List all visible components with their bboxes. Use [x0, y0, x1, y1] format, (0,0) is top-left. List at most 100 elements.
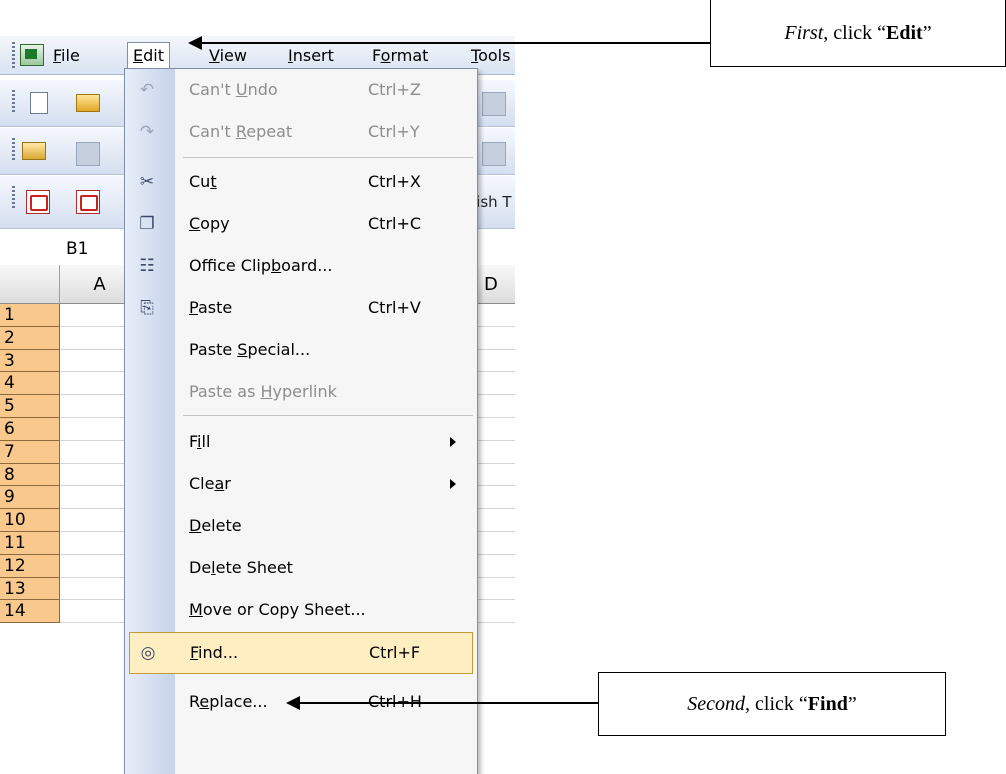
- menu-label-part: R: [189, 692, 200, 711]
- menu-item-label: Can't Undo: [189, 80, 278, 99]
- row-header[interactable]: 2: [0, 326, 60, 350]
- menu-label-part: P: [189, 298, 198, 317]
- toolbar-grip[interactable]: [12, 90, 15, 114]
- menu-item-shortcut: Ctrl+Z: [368, 80, 421, 99]
- menu-item-label: Delete Sheet: [189, 558, 293, 577]
- binoculars-icon: ◎: [140, 643, 156, 663]
- column-label: D: [484, 274, 498, 295]
- row-header[interactable]: 10: [0, 509, 60, 532]
- menubar-grip[interactable]: [12, 42, 15, 68]
- menu-edit[interactable]: Edit: [127, 42, 170, 71]
- new-folder-icon[interactable]: [22, 142, 46, 160]
- menu-insert[interactable]: Insert: [283, 44, 339, 67]
- menu-label-part: place...: [209, 692, 268, 711]
- annotation-first-bold: Edit: [886, 21, 923, 44]
- annotation-second: Second, click “Find”: [598, 672, 946, 736]
- menu-format[interactable]: Format: [367, 44, 433, 67]
- menu-label-part: r: [224, 474, 231, 493]
- menu-label-part: ndo: [247, 80, 278, 99]
- menu-item-find[interactable]: ◎ Find... Ctrl+F: [129, 632, 473, 674]
- menu-label-part: De: [189, 558, 212, 577]
- annotation-first-arrowhead: [188, 36, 202, 50]
- undo-icon: ↶: [139, 80, 155, 100]
- menu-view[interactable]: View: [204, 44, 252, 67]
- menu-label-part: a: [214, 474, 225, 493]
- toolbar-grip[interactable]: [12, 138, 15, 162]
- menu-label-part: R: [235, 122, 247, 141]
- annotation-first-mid: , click “: [823, 21, 887, 44]
- row-header[interactable]: 11: [0, 532, 60, 555]
- excel-app-icon[interactable]: [20, 44, 44, 66]
- annotation-second-arrow: [298, 702, 598, 704]
- menu-label-part: Cle: [189, 474, 215, 493]
- menu-separator: [183, 157, 473, 158]
- menu-label-part: t: [210, 172, 217, 191]
- pdf-comment-icon[interactable]: [76, 190, 100, 214]
- select-all-corner[interactable]: [0, 265, 60, 304]
- row-header[interactable]: 6: [0, 418, 60, 441]
- new-document-icon[interactable]: [30, 92, 48, 114]
- menu-item-label: Paste: [189, 298, 232, 317]
- menu-file[interactable]: File: [48, 44, 85, 67]
- menu-label-part: D: [189, 516, 202, 535]
- toolbar-grip[interactable]: [12, 186, 15, 210]
- annotation-second-arrowhead: [286, 696, 300, 710]
- row-header[interactable]: 7: [0, 440, 60, 464]
- menu-tools[interactable]: Tools: [466, 44, 515, 67]
- menu-item-move-or-copy-sheet[interactable]: Move or Copy Sheet...: [125, 590, 477, 632]
- menu-item-delete-sheet[interactable]: Delete Sheet: [125, 548, 477, 590]
- menu-item-fill[interactable]: Fill: [125, 422, 477, 464]
- menu-item-label: Fill: [189, 432, 210, 451]
- menu-label-part: H: [260, 382, 273, 401]
- back-icon[interactable]: [76, 142, 100, 166]
- menu-label-part: opy: [200, 214, 230, 233]
- row-header[interactable]: 3: [0, 349, 60, 373]
- open-folder-icon[interactable]: [76, 94, 100, 112]
- menu-view-rest: iew: [219, 46, 247, 65]
- menu-label-part: ove or Copy Sheet...: [202, 600, 366, 619]
- menu-item-can-t-undo: ↶ Can't Undo Ctrl+Z: [125, 70, 477, 112]
- menu-item-office-clipboard[interactable]: ☷ Office Clipboard...: [125, 246, 477, 288]
- paste-toolbar-icon[interactable]: [482, 92, 506, 116]
- menu-item-copy[interactable]: ❐ Copy Ctrl+C: [125, 204, 477, 246]
- menu-tools-rest: ools: [478, 46, 511, 65]
- name-box[interactable]: B1: [0, 232, 125, 266]
- row-header[interactable]: 14: [0, 600, 60, 624]
- menu-label-part: Can't: [189, 122, 236, 141]
- menu-edit-rest: dit: [143, 46, 164, 65]
- menu-item-paste[interactable]: ⎘ Paste Ctrl+V: [125, 288, 477, 330]
- menu-label-part: Office Clip: [189, 256, 272, 275]
- menu-label-part: Paste as: [189, 382, 261, 401]
- menu-item-paste-as-hyperlink: Paste as Hyperlink: [125, 372, 477, 414]
- menu-item-delete[interactable]: Delete: [125, 506, 477, 548]
- clipboard-icon: ☷: [139, 256, 155, 276]
- menu-item-clear[interactable]: Clear: [125, 464, 477, 506]
- menu-item-paste-special[interactable]: Paste Special...: [125, 330, 477, 372]
- menu-item-label: Paste as Hyperlink: [189, 382, 337, 401]
- row-header[interactable]: 9: [0, 486, 60, 510]
- toolbar-icon[interactable]: [482, 142, 506, 166]
- pdf-convert-icon[interactable]: [26, 190, 50, 214]
- edit-menu-dropdown: ↶ Can't Undo Ctrl+Z ↷ Can't Repeat Ctrl+Y ✂ Cut…: [124, 68, 478, 774]
- menu-label-part: M: [189, 600, 203, 619]
- menu-item-label: Copy: [189, 214, 230, 233]
- menu-item-cut[interactable]: ✂ Cut Ctrl+X: [125, 162, 477, 204]
- menu-item-shortcut: Ctrl+Y: [368, 122, 420, 141]
- menu-item-label: Find...: [190, 643, 238, 662]
- menu-label-part: F: [190, 643, 199, 662]
- menu-insert-rest: nsert: [292, 46, 334, 65]
- excel-window: File Edit View Insert Format Tools lish …: [0, 0, 515, 774]
- row-header[interactable]: 13: [0, 577, 60, 601]
- menu-label-part: aste: [197, 298, 233, 317]
- menu-item-shortcut: Ctrl+C: [368, 214, 422, 233]
- row-header[interactable]: 4: [0, 372, 60, 396]
- row-header[interactable]: 1: [0, 304, 60, 327]
- row-header[interactable]: 12: [0, 554, 60, 578]
- row-header[interactable]: 5: [0, 395, 60, 418]
- column-header-d[interactable]: D: [476, 265, 515, 304]
- annotation-second-bold: Find: [807, 692, 848, 715]
- menu-item-shortcut: Ctrl+V: [368, 298, 421, 317]
- menu-label-part: yperlink: [272, 382, 337, 401]
- menu-item-label: Paste Special...: [189, 340, 310, 359]
- row-header[interactable]: 8: [0, 463, 60, 487]
